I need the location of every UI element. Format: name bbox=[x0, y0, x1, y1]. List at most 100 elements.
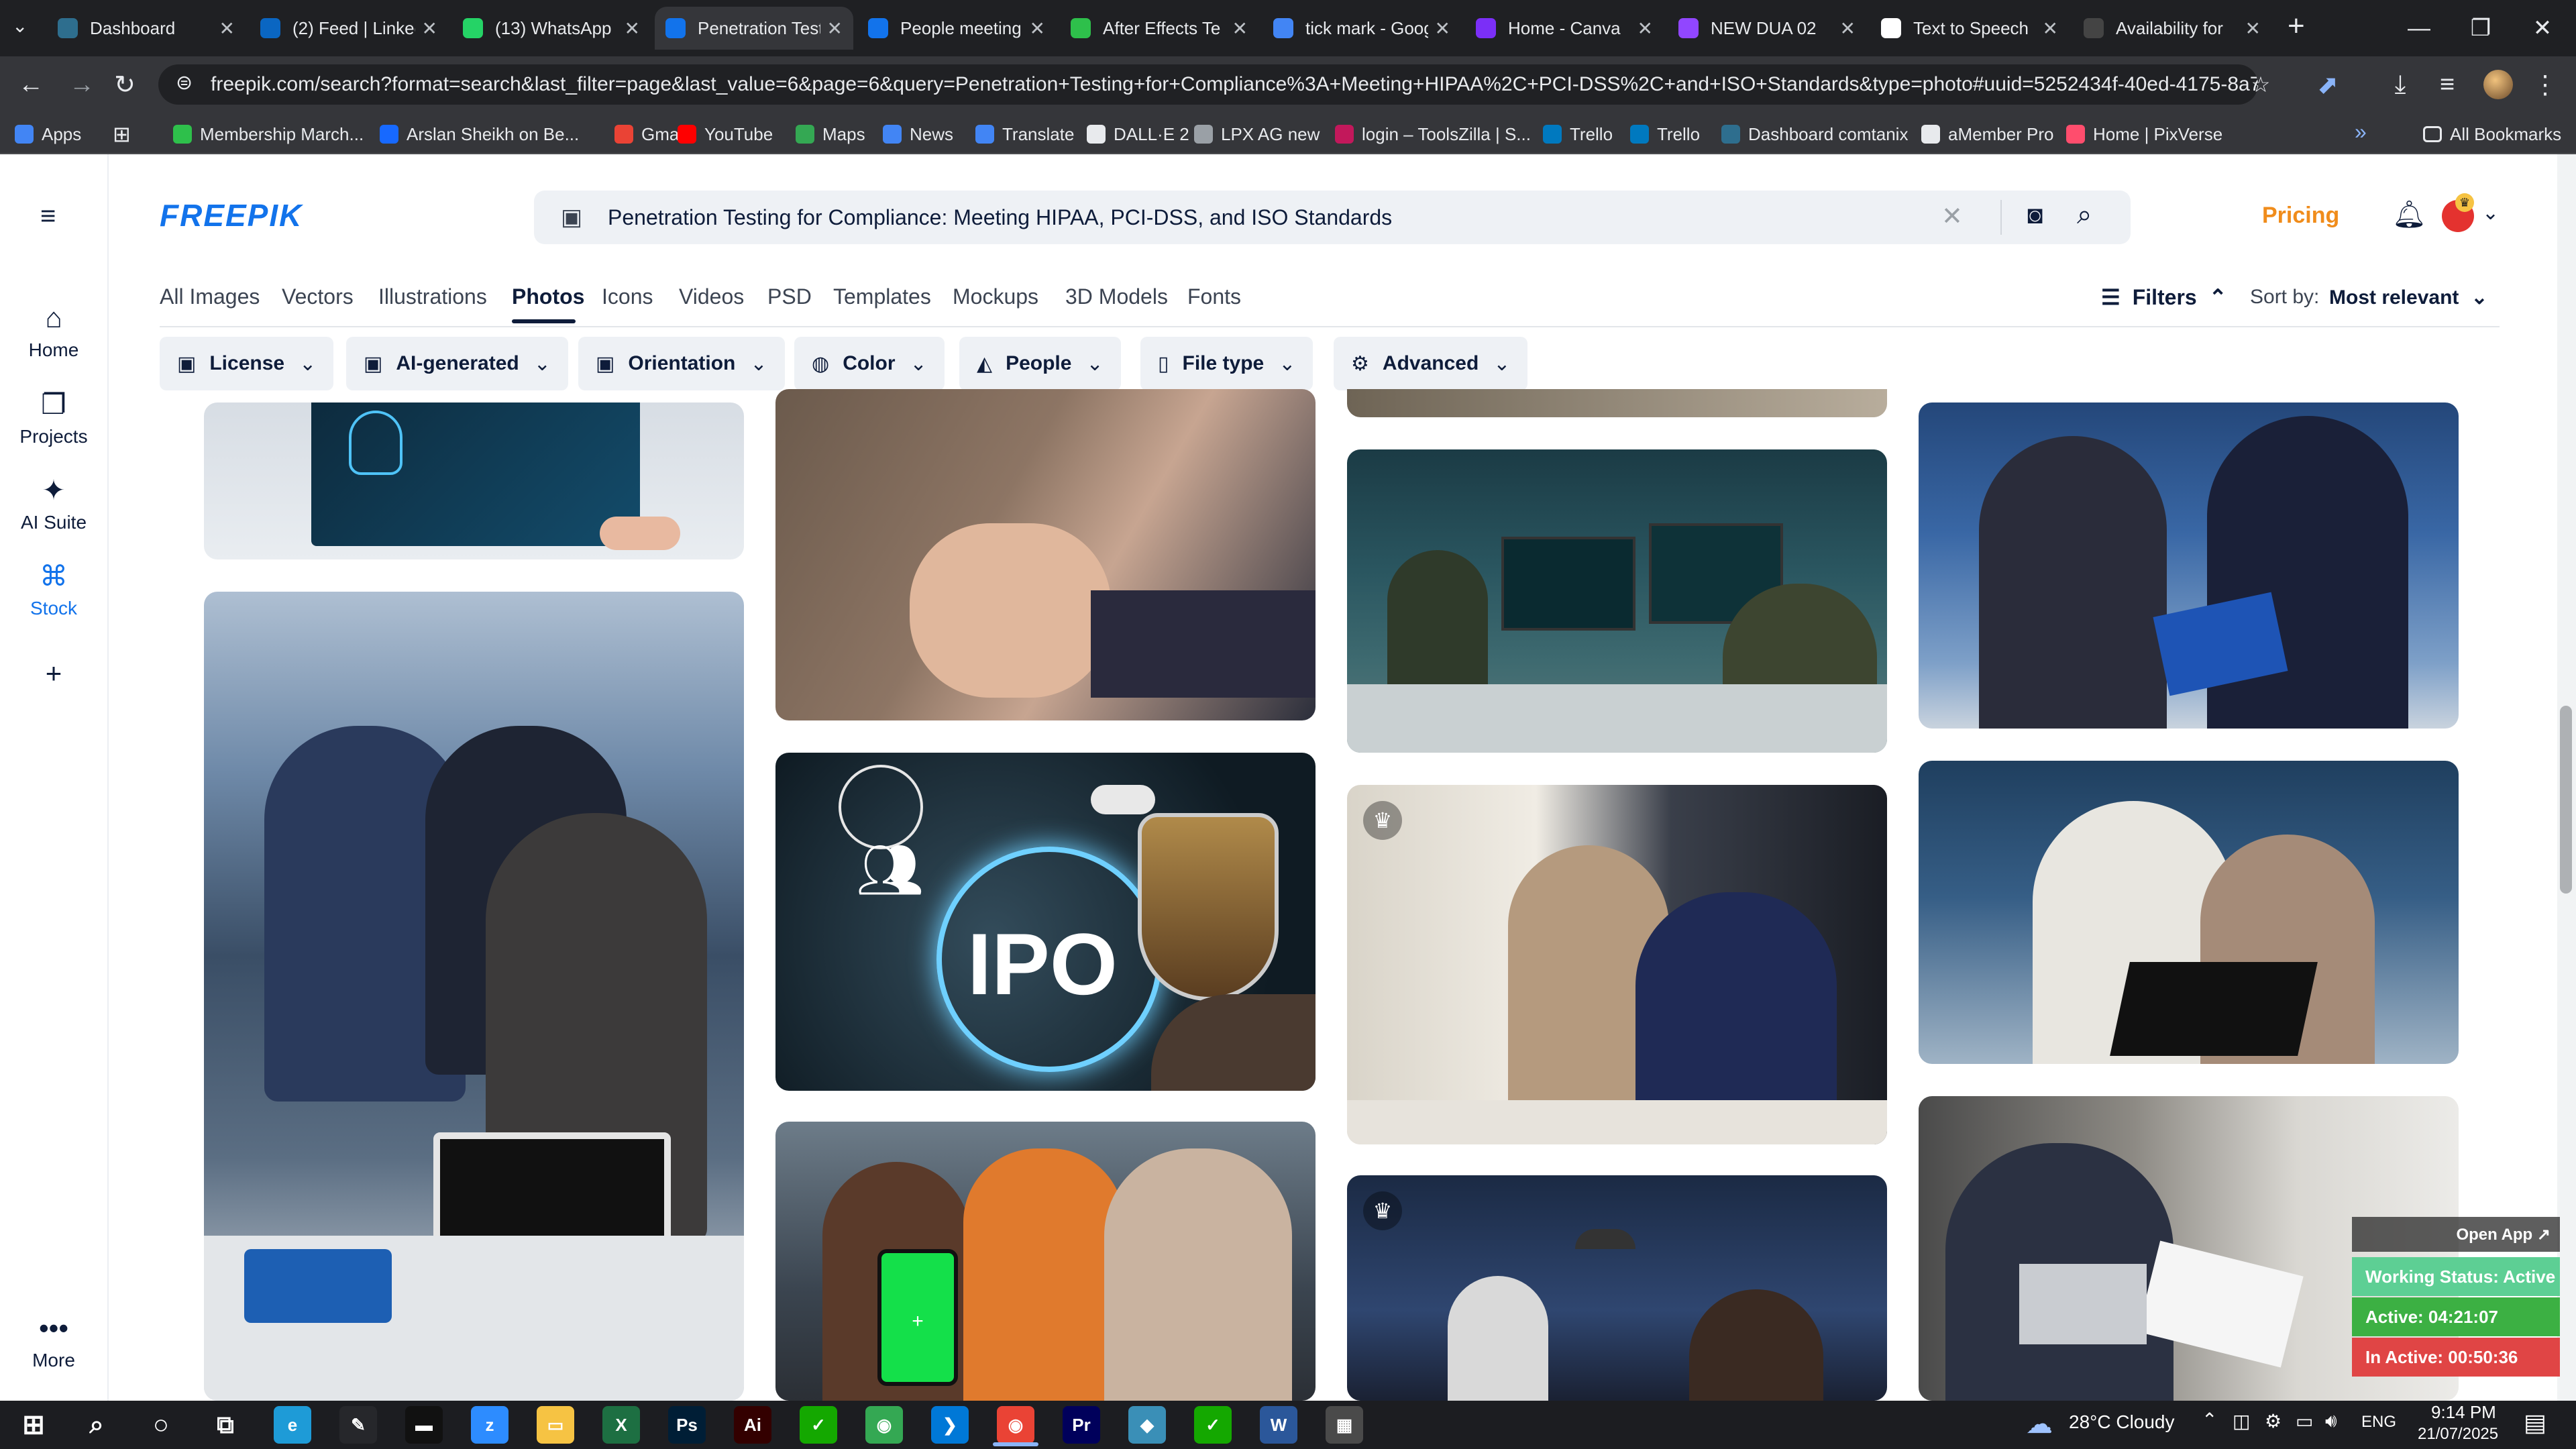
browser-tab[interactable]: (13) WhatsApp ✕ bbox=[452, 7, 651, 50]
tab-all-images[interactable]: All Images bbox=[160, 284, 260, 309]
bookmark-item[interactable]: News bbox=[883, 121, 953, 148]
bookmark-item[interactable]: Dashboard comtanix bbox=[1721, 121, 1908, 148]
photo-ipo-shield-concept[interactable]: 👥︎ IPO bbox=[775, 753, 1316, 1091]
taskbar-excel-icon[interactable]: X bbox=[602, 1406, 640, 1444]
taskbar-word-icon[interactable]: W bbox=[1260, 1406, 1297, 1444]
bookmark-item[interactable]: Membership March... bbox=[173, 121, 364, 148]
tab-templates[interactable]: Templates bbox=[833, 284, 931, 309]
close-tab-icon[interactable]: ✕ bbox=[219, 17, 235, 40]
open-app-button[interactable]: Open App ↗ bbox=[2352, 1217, 2560, 1252]
taskbar-calculator-icon[interactable]: ▦ bbox=[1326, 1406, 1363, 1444]
search-icon[interactable]: ⌕ bbox=[2077, 200, 2092, 230]
left-nav-add[interactable]: + bbox=[0, 657, 107, 695]
clear-search-icon[interactable]: ✕ bbox=[1941, 201, 1963, 231]
taskbar-explorer-icon[interactable]: ▭ bbox=[537, 1406, 574, 1444]
more-bookmarks-icon[interactable]: » bbox=[2355, 119, 2367, 144]
bookmark-item[interactable]: YouTube bbox=[678, 121, 773, 148]
scrollbar-thumb[interactable] bbox=[2560, 706, 2572, 894]
bookmark-item[interactable]: Maps bbox=[796, 121, 865, 148]
tab-3d-models[interactable]: 3D Models bbox=[1065, 284, 1168, 309]
browser-menu-icon[interactable]: ⋮ bbox=[2525, 64, 2565, 105]
taskbar-upwork2-icon[interactable]: ✓ bbox=[1194, 1406, 1232, 1444]
filters-toggle[interactable]: ☰ Filters ⌃ bbox=[2101, 284, 2227, 310]
close-tab-icon[interactable]: ✕ bbox=[827, 17, 843, 40]
tab-mockups[interactable]: Mockups bbox=[953, 284, 1038, 309]
tab-search-chevron-icon[interactable]: ⌄ bbox=[12, 15, 28, 37]
tab-vectors[interactable]: Vectors bbox=[282, 284, 354, 309]
filter-orientation-button[interactable]: ▣ Orientation ⌄ bbox=[578, 337, 785, 390]
address-bar[interactable]: ⊜ freepik.com/search?format=search&last_… bbox=[158, 64, 2258, 105]
pricing-link[interactable]: Pricing bbox=[2262, 203, 2339, 229]
filter-advanced-button[interactable]: ⚙ Advanced ⌄ bbox=[1334, 337, 1528, 390]
taskbar-app-diamond-icon[interactable]: ◆ bbox=[1128, 1406, 1166, 1444]
app-tray-icon[interactable]: ⚙ bbox=[2265, 1410, 2282, 1432]
meet-now-icon[interactable]: ◫ bbox=[2233, 1410, 2250, 1432]
cortana-icon[interactable]: ○ bbox=[142, 1406, 180, 1444]
bookmark-item[interactable]: Gmail bbox=[614, 121, 687, 148]
media-control-icon[interactable]: ≡ bbox=[2427, 64, 2467, 105]
browser-tab[interactable]: Penetration Testing ✕ bbox=[655, 7, 853, 50]
photo-colleagues-reviewing-documents[interactable]: ♛ bbox=[1347, 785, 1887, 1144]
network-icon[interactable]: ▭ bbox=[2296, 1410, 2313, 1432]
browser-tab[interactable]: NEW DUA 02 ✕ bbox=[1668, 7, 1866, 50]
filter-license-button[interactable]: ▣ License ⌄ bbox=[160, 337, 334, 390]
close-tab-icon[interactable]: ✕ bbox=[1030, 17, 1045, 40]
reload-icon[interactable]: ↻ bbox=[105, 64, 145, 105]
bookmark-item[interactable]: login – ToolsZilla | S... bbox=[1335, 121, 1531, 148]
left-nav-more[interactable]: ••• More bbox=[0, 1312, 107, 1371]
taskbar-chrome-icon[interactable]: ◉ bbox=[865, 1406, 903, 1444]
downloads-icon[interactable]: ⤓ bbox=[2380, 64, 2420, 105]
photo-soldiers-control-room[interactable] bbox=[1347, 449, 1887, 753]
search-icon[interactable]: ⌕ bbox=[78, 1406, 115, 1444]
photo-top-partial-third-column[interactable] bbox=[1347, 389, 1887, 417]
photo-dark-office-interview[interactable]: ♛ bbox=[1347, 1175, 1887, 1401]
close-tab-icon[interactable]: ✕ bbox=[1840, 17, 1856, 40]
browser-tab[interactable]: Dashboard ✕ bbox=[47, 7, 246, 50]
close-tab-icon[interactable]: ✕ bbox=[2043, 17, 2058, 40]
start-button[interactable]: ⊞ bbox=[15, 1406, 52, 1444]
search-bar[interactable]: ▣ Penetration Testing for Compliance: Me… bbox=[534, 191, 2131, 244]
browser-tab[interactable]: tick mark - Google ✕ bbox=[1263, 7, 1461, 50]
close-tab-icon[interactable]: ✕ bbox=[1435, 17, 1450, 40]
back-icon[interactable]: ← bbox=[11, 64, 51, 105]
tab-videos[interactable]: Videos bbox=[679, 284, 744, 309]
photo-colleagues-clipboard-datacenter[interactable] bbox=[1919, 402, 2459, 729]
taskbar-terminal-icon[interactable]: ▬ bbox=[405, 1406, 443, 1444]
chevron-up-icon[interactable]: ⌃ bbox=[2202, 1409, 2217, 1431]
tab-icons[interactable]: Icons bbox=[602, 284, 653, 309]
bookmark-item[interactable]: Apps bbox=[15, 121, 81, 148]
new-tab-button[interactable]: + bbox=[2288, 9, 2305, 43]
bookmark-item[interactable]: aMember Pro bbox=[1921, 121, 2054, 148]
bookmark-item[interactable]: Trello bbox=[1543, 121, 1613, 148]
clock-date[interactable]: 21/07/2025 bbox=[2418, 1425, 2498, 1444]
forward-icon[interactable]: → bbox=[62, 64, 102, 105]
photo-business-hands-laptop[interactable] bbox=[775, 389, 1316, 720]
filter-ai-generated-button[interactable]: ▣ AI-generated ⌄ bbox=[346, 337, 568, 390]
filter-file-type-button[interactable]: ▯ File type ⌄ bbox=[1140, 337, 1313, 390]
taskbar-photoshop-icon[interactable]: Ps bbox=[668, 1406, 706, 1444]
search-input[interactable]: Penetration Testing for Compliance: Meet… bbox=[608, 205, 1392, 230]
site-info-icon[interactable]: ⊜ bbox=[176, 71, 193, 95]
maximize-button[interactable]: ❐ bbox=[2450, 0, 2512, 56]
close-tab-icon[interactable]: ✕ bbox=[1232, 17, 1248, 40]
photo-team-at-laptop-server-room[interactable] bbox=[204, 592, 744, 1401]
browser-tab[interactable]: Text to Speech ✕ bbox=[1870, 7, 2069, 50]
tab-fonts[interactable]: Fonts bbox=[1187, 284, 1241, 309]
minimize-button[interactable]: — bbox=[2388, 0, 2450, 56]
extensions-icon[interactable]: ⬈ bbox=[2308, 64, 2348, 105]
apps-grid-icon[interactable]: ⊞ bbox=[113, 121, 131, 148]
language-indicator[interactable]: ENG bbox=[2361, 1413, 2396, 1432]
bookmark-item[interactable]: Translate bbox=[975, 121, 1074, 148]
bookmark-item[interactable]: LPX AG new bbox=[1194, 121, 1320, 148]
close-tab-icon[interactable]: ✕ bbox=[422, 17, 437, 40]
volume-icon[interactable]: 🔊︎ bbox=[2325, 1410, 2337, 1432]
weather-icon[interactable]: ☁ bbox=[2026, 1409, 2053, 1440]
freepik-logo[interactable]: FREEPIK bbox=[160, 197, 303, 233]
browser-tab[interactable]: (2) Feed | LinkedIn ✕ bbox=[250, 7, 448, 50]
account-chevron-icon[interactable]: ⌄ bbox=[2482, 201, 2499, 225]
photo-cyber-lock-screen[interactable] bbox=[204, 402, 744, 559]
left-nav-projects[interactable]: ❐ Projects bbox=[0, 388, 107, 447]
taskbar-illustrator-icon[interactable]: Ai bbox=[734, 1406, 771, 1444]
photo-women-meeting-green-screen-phone[interactable]: + bbox=[775, 1122, 1316, 1401]
left-nav-stock[interactable]: ⌘ Stock bbox=[0, 559, 107, 619]
